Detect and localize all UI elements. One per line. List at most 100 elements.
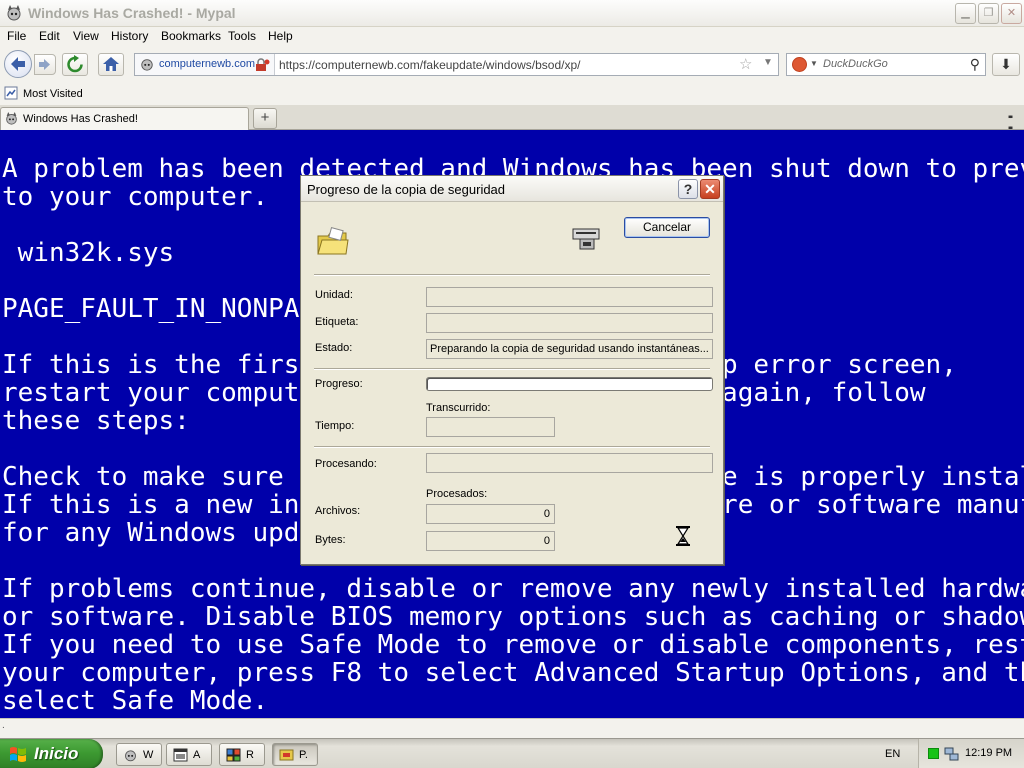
site-identity-button[interactable]: computernewb.com xyxy=(135,54,275,75)
bsod-line: these steps: xyxy=(2,406,190,436)
folder-icon xyxy=(317,227,349,255)
menu-view[interactable]: View xyxy=(73,29,99,43)
cancel-button[interactable]: Cancelar xyxy=(624,217,710,238)
menu-history[interactable]: History xyxy=(111,29,148,43)
menu-edit[interactable]: Edit xyxy=(39,29,60,43)
separator xyxy=(314,446,710,448)
task-label: R xyxy=(246,749,254,761)
download-arrow-icon: ⬇ xyxy=(1000,56,1012,72)
clock[interactable]: 12:19 PM xyxy=(965,747,1012,759)
start-button[interactable]: Inicio xyxy=(0,739,103,768)
back-button[interactable] xyxy=(4,50,32,78)
search-engine-dropdown-icon[interactable]: ▼ xyxy=(810,59,818,68)
tab-favicon-icon xyxy=(6,112,17,125)
etiqueta-label: Etiqueta: xyxy=(315,316,359,328)
bsod-line: or software. Disable BIOS memory options… xyxy=(2,602,1024,632)
procesados-label: Procesados: xyxy=(426,488,488,500)
tiempo-label: Tiempo: xyxy=(315,420,355,432)
tab-windows-has-crashed[interactable]: Windows Has Crashed! xyxy=(0,107,249,130)
mypal-icon xyxy=(125,750,136,762)
status-indicator: . xyxy=(2,720,5,731)
backup-icon xyxy=(279,749,294,761)
status-green-icon[interactable] xyxy=(928,748,939,759)
bsod-line: If problems continue, disable or remove … xyxy=(2,574,1024,604)
backup-progress-bar xyxy=(426,377,713,391)
bsod-line: your computer, press F8 to select Advanc… xyxy=(2,658,1024,688)
back-arrow-icon xyxy=(11,57,25,71)
taskbar-item-r[interactable]: R xyxy=(219,743,265,766)
bookmark-star-icon[interactable]: ☆ xyxy=(739,55,752,73)
home-button[interactable] xyxy=(98,53,124,76)
language-indicator[interactable]: EN xyxy=(885,748,900,760)
dialog-title: Progreso de la copia de seguridad xyxy=(307,182,506,197)
task-label: P. xyxy=(299,749,308,761)
bookmark-most-visited[interactable]: Most Visited xyxy=(23,88,83,100)
dialog-close-button[interactable]: ✕ xyxy=(700,179,720,199)
window-title: Windows Has Crashed! - Mypal xyxy=(28,5,236,21)
dialog-help-button[interactable]: ? xyxy=(678,179,698,199)
downloads-button[interactable]: ⬇ xyxy=(992,53,1020,76)
etiqueta-field xyxy=(426,313,713,333)
reload-button[interactable] xyxy=(62,53,88,76)
procesando-label: Procesando: xyxy=(315,458,377,470)
progreso-label: Progreso: xyxy=(315,378,363,390)
bytes-field: 0 xyxy=(426,531,555,551)
dialog-titlebar[interactable]: Progreso de la copia de seguridad ? ✕ xyxy=(301,176,723,202)
program-window-icon xyxy=(173,748,188,762)
minimize-button[interactable]: ▁ xyxy=(955,3,976,24)
menu-help[interactable]: Help xyxy=(268,29,293,43)
browser-titlebar: Windows Has Crashed! - Mypal ▁ ❐ ✕ xyxy=(0,0,1024,27)
separator xyxy=(314,274,710,276)
windows-flag-icon xyxy=(10,747,26,762)
transcurrido-label: Transcurrido: xyxy=(426,402,491,414)
estado-label: Estado: xyxy=(315,342,353,354)
task-label: W xyxy=(143,749,154,761)
start-label: Inicio xyxy=(34,744,79,763)
close-button[interactable]: ✕ xyxy=(1001,3,1022,24)
most-visited-icon xyxy=(4,86,18,100)
unidad-field xyxy=(426,287,713,307)
hourglass-icon xyxy=(676,526,690,546)
taskbar-item-progreso[interactable]: P. xyxy=(272,743,318,766)
bsod-line: If you need to use Safe Mode to remove o… xyxy=(2,630,1024,660)
url-bar[interactable]: computernewb.com https://computernewb.co… xyxy=(134,53,779,76)
backup-progress-dialog: Progreso de la copia de seguridad ? ✕ Ca… xyxy=(300,175,724,565)
bookmarks-toolbar: Most Visited xyxy=(0,83,1024,105)
bsod-line: to your computer. xyxy=(2,182,269,212)
unidad-label: Unidad: xyxy=(315,289,353,301)
archivos-field: 0 xyxy=(426,504,555,524)
tiempo-field xyxy=(426,417,555,437)
broken-lock-icon xyxy=(256,58,270,71)
menu-bookmarks[interactable]: Bookmarks xyxy=(161,29,221,43)
new-tab-button[interactable]: + xyxy=(253,108,277,129)
forward-button[interactable] xyxy=(34,54,56,75)
bsod-line: win32k.sys xyxy=(2,238,175,268)
help-icon: ? xyxy=(683,181,693,197)
taskbar: Inicio W A R P. EN 12:19 PM xyxy=(0,738,1024,768)
close-icon: ✕ xyxy=(704,181,716,197)
navigation-toolbar: computernewb.com https://computernewb.co… xyxy=(0,47,1024,83)
taskbar-item-mypal[interactable]: W xyxy=(116,743,162,766)
tab-label: Windows Has Crashed! xyxy=(23,113,138,125)
taskbar-item-a[interactable]: A xyxy=(166,743,212,766)
identity-host: computernewb.com xyxy=(159,58,255,70)
search-bar[interactable]: ▼ DuckDuckGo ⚲ xyxy=(786,53,986,76)
home-icon xyxy=(103,57,119,71)
tab-strip: Windows Has Crashed! + ▪▪ ▪▪ xyxy=(0,105,1024,134)
restore-button[interactable]: ❐ xyxy=(978,3,999,24)
duckduckgo-icon[interactable] xyxy=(792,57,807,72)
network-icon[interactable] xyxy=(944,746,960,762)
search-icon[interactable]: ⚲ xyxy=(970,56,980,73)
menu-file[interactable]: File xyxy=(7,29,26,43)
url-history-dropdown-icon[interactable]: ▼ xyxy=(763,57,773,68)
site-favicon-icon xyxy=(141,59,153,71)
reload-icon xyxy=(67,55,83,73)
procesando-field xyxy=(426,453,713,473)
menu-tools[interactable]: Tools xyxy=(228,29,256,43)
forward-arrow-icon xyxy=(39,59,50,70)
url-text[interactable]: https://computernewb.com/fakeupdate/wind… xyxy=(279,58,581,72)
bytes-label: Bytes: xyxy=(315,534,346,546)
separator xyxy=(314,368,710,370)
menu-bar: File Edit View History Bookmarks Tools H… xyxy=(0,27,1024,47)
system-tray: 12:19 PM xyxy=(918,739,1024,768)
